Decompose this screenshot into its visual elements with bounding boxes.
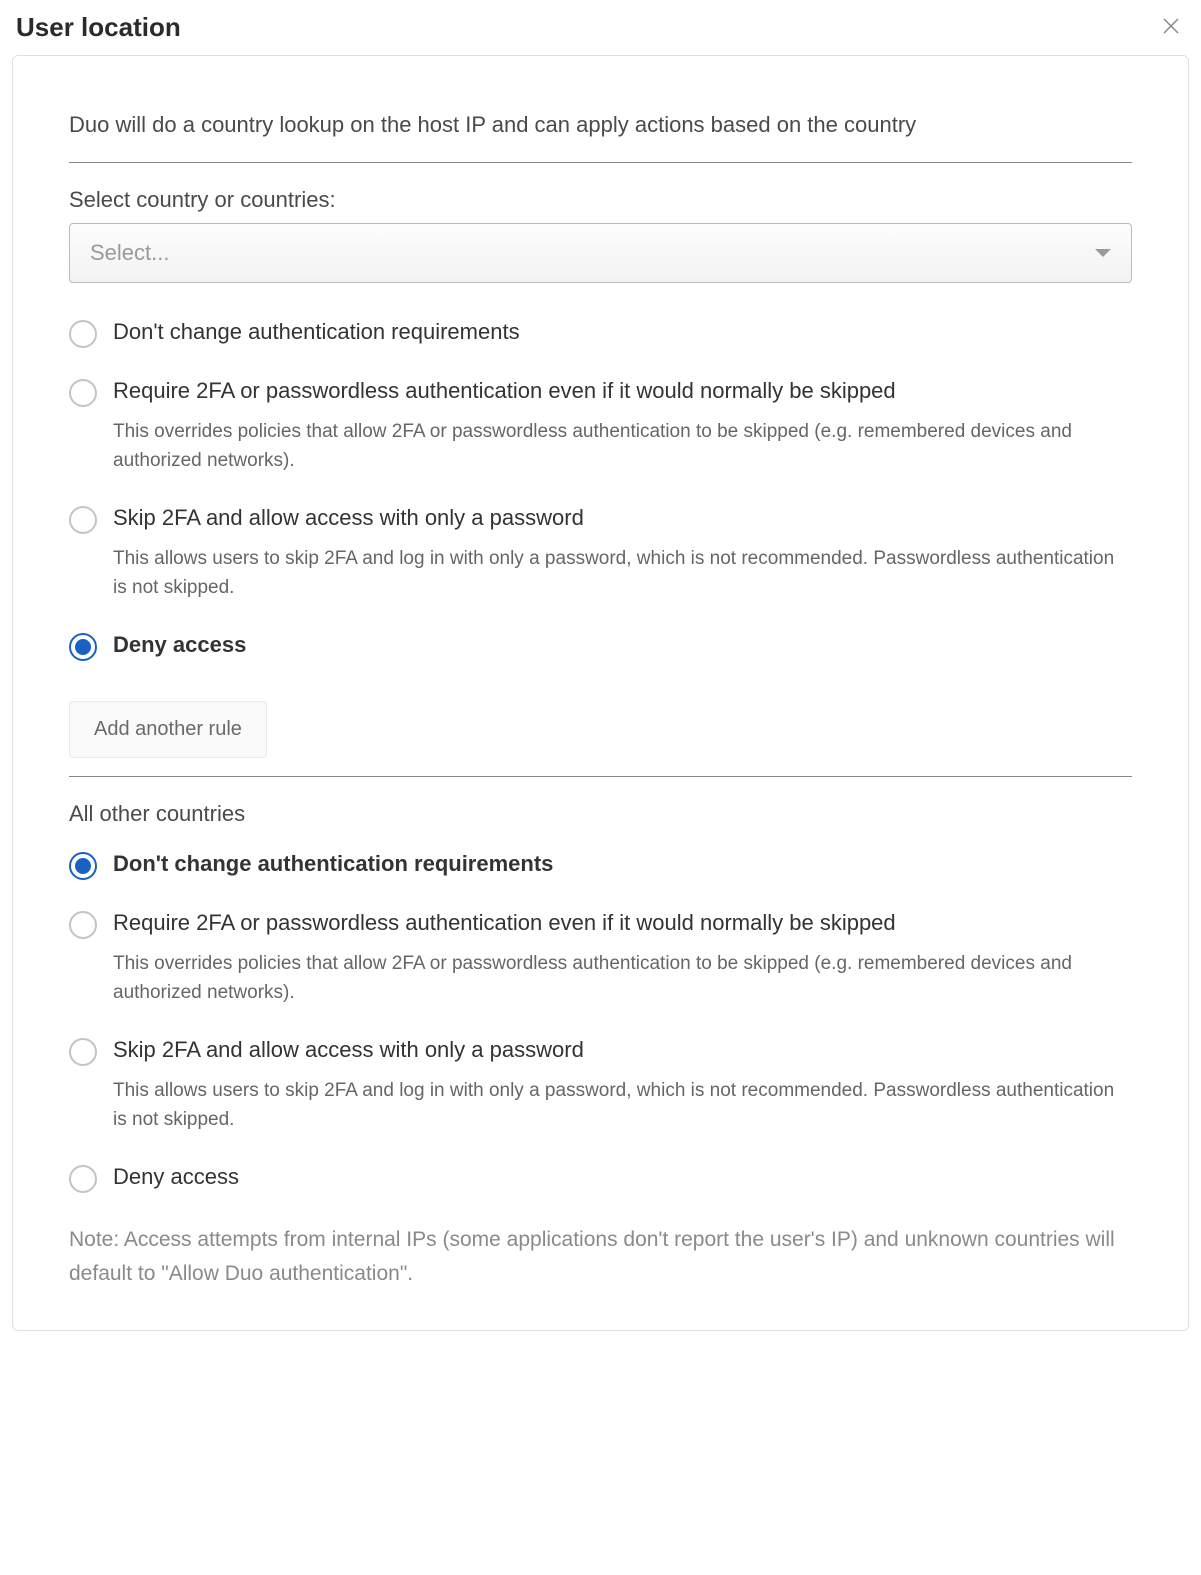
radio-label: Skip 2FA and allow access with only a pa… xyxy=(113,1037,1132,1063)
close-icon[interactable] xyxy=(1161,16,1181,36)
all-other-countries-label: All other countries xyxy=(69,801,1132,827)
caret-down-icon xyxy=(1095,249,1111,257)
radio-option-skip-2fa-2[interactable]: Skip 2FA and allow access with only a pa… xyxy=(69,1037,1132,1134)
radio-label: Skip 2FA and allow access with only a pa… xyxy=(113,505,1132,531)
radio-option-skip-2fa-1[interactable]: Skip 2FA and allow access with only a pa… xyxy=(69,505,1132,602)
user-location-panel: Duo will do a country lookup on the host… xyxy=(12,55,1189,1331)
radio-label: Don't change authentication requirements xyxy=(113,851,1132,877)
footer-note: Note: Access attempts from internal IPs … xyxy=(69,1223,1132,1290)
select-placeholder: Select... xyxy=(90,240,169,266)
radio-option-deny-1[interactable]: Deny access xyxy=(69,632,1132,661)
radio-input[interactable] xyxy=(69,911,97,939)
radio-input[interactable] xyxy=(69,633,97,661)
radio-label: Deny access xyxy=(113,632,1132,658)
country-select[interactable]: Select... xyxy=(69,223,1132,283)
radio-input[interactable] xyxy=(69,379,97,407)
panel-description: Duo will do a country lookup on the host… xyxy=(69,112,1132,138)
radio-input[interactable] xyxy=(69,320,97,348)
divider xyxy=(69,162,1132,163)
radio-option-no-change-2[interactable]: Don't change authentication requirements xyxy=(69,851,1132,880)
radio-option-deny-2[interactable]: Deny access xyxy=(69,1164,1132,1193)
radio-label: Require 2FA or passwordless authenticati… xyxy=(113,910,1132,936)
radio-option-require-2fa-2[interactable]: Require 2FA or passwordless authenticati… xyxy=(69,910,1132,1007)
radio-help-text: This allows users to skip 2FA and log in… xyxy=(113,1077,1132,1134)
dialog-title: User location xyxy=(16,12,181,43)
add-another-rule-button[interactable]: Add another rule xyxy=(69,701,267,758)
radio-label: Deny access xyxy=(113,1164,1132,1190)
radio-label: Require 2FA or passwordless authenticati… xyxy=(113,378,1132,404)
radio-input[interactable] xyxy=(69,1038,97,1066)
radio-help-text: This allows users to skip 2FA and log in… xyxy=(113,545,1132,602)
divider xyxy=(69,776,1132,777)
country-select-label: Select country or countries: xyxy=(69,187,1132,213)
radio-option-no-change-1[interactable]: Don't change authentication requirements xyxy=(69,319,1132,348)
radio-label: Don't change authentication requirements xyxy=(113,319,1132,345)
radio-input[interactable] xyxy=(69,852,97,880)
radio-help-text: This overrides policies that allow 2FA o… xyxy=(113,418,1132,475)
radio-option-require-2fa-1[interactable]: Require 2FA or passwordless authenticati… xyxy=(69,378,1132,475)
radio-input[interactable] xyxy=(69,506,97,534)
radio-help-text: This overrides policies that allow 2FA o… xyxy=(113,950,1132,1007)
dialog-header: User location xyxy=(12,12,1189,55)
radio-input[interactable] xyxy=(69,1165,97,1193)
